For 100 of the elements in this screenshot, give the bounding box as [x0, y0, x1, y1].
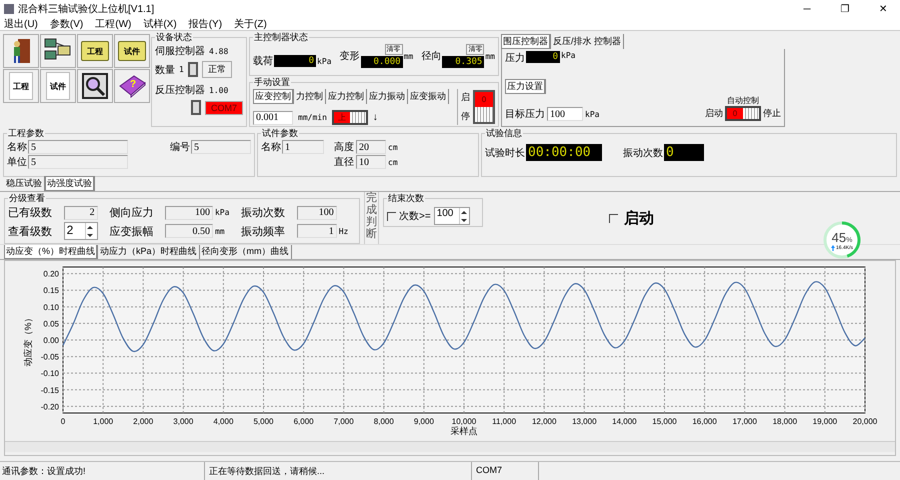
menu-item[interactable]: 试样(X) [143, 17, 177, 31]
field-label: 单位 [7, 156, 27, 169]
field-label: 振动频率 [241, 224, 286, 238]
maximize-button[interactable]: ❐ [828, 3, 862, 15]
menu-item[interactable]: 工程(W) [95, 17, 132, 31]
x-tick-label: 16,000 [692, 417, 717, 426]
toolbar-button[interactable] [77, 69, 113, 103]
chart-tab[interactable]: 动应变（%）时程曲线 [4, 244, 98, 259]
unit-label: cm [388, 142, 398, 152]
minimize-button[interactable]: ─ [790, 4, 824, 14]
auto-control-label: 自动控制 [727, 95, 759, 106]
amplitude-field[interactable]: 0.50 [164, 224, 213, 238]
chart-tab[interactable]: 动应力（kPa）时程曲线 [98, 244, 200, 259]
arrow-label: ↓ [372, 112, 378, 123]
stop-label: 停止 [763, 107, 781, 120]
vibration-count-display: 0 [664, 144, 704, 161]
reading-display: 0.305 [442, 56, 484, 68]
chart-tab[interactable]: 径向变形（mm）曲线 [200, 244, 292, 259]
folder-label: 工程 [81, 41, 109, 61]
page-label: 工程 [9, 72, 33, 100]
y-tick-label: 0.15 [43, 286, 59, 296]
x-tick-label: 0 [60, 417, 66, 426]
field-label: 数量 [155, 64, 175, 76]
y-tick-label: 0.05 [43, 319, 59, 328]
target-field[interactable]: 100 [547, 107, 583, 121]
status-text: 通讯参数：设置成功! [0, 462, 205, 480]
field-label: 名称 [261, 141, 281, 154]
y-tick-label: -0.10 [40, 369, 59, 378]
group-title: 工程参数 [7, 127, 45, 140]
field-label: 高度 [334, 140, 354, 154]
down-arrow-icon[interactable] [461, 218, 468, 222]
toolbar-button[interactable]: 工程 [3, 69, 39, 103]
x-tick-label: 10,000 [452, 417, 476, 426]
vibration-count-field[interactable]: 100 [296, 206, 337, 220]
menu-item[interactable]: 退出(U) [4, 17, 38, 31]
status-label: 正常 [202, 61, 232, 78]
toolbar-button[interactable]: 试件 [40, 69, 76, 103]
toolbar-button[interactable] [3, 34, 39, 68]
number-field[interactable]: 5 [191, 140, 251, 154]
up-arrow-icon[interactable] [461, 210, 468, 214]
level-spin-field[interactable]: 2 [64, 222, 98, 240]
unit-label: Hz [338, 226, 348, 236]
app-icon [4, 4, 14, 14]
unit-label: mm [404, 52, 414, 60]
scrollbar[interactable] [5, 441, 895, 452]
pressure-label: 压力 [505, 52, 525, 65]
control-tab[interactable]: 应变振动 [408, 89, 449, 104]
checkbox-label: 次数>= [399, 210, 431, 223]
group-title: 设备状态 [155, 31, 193, 44]
toolbar-button[interactable] [40, 34, 76, 68]
checkbox[interactable] [387, 212, 396, 220]
toolbar-button[interactable]: ? [114, 69, 150, 103]
unit-field[interactable]: 5 [28, 155, 128, 169]
switch-icon [188, 62, 198, 77]
control-tab[interactable]: 应力振动 [367, 89, 408, 104]
toolbar-button[interactable]: 工程 [77, 34, 113, 68]
field-label: 振动次数 [623, 146, 663, 160]
rate-field[interactable]: 0.001 [253, 110, 293, 124]
y-tick-label: 0.00 [43, 336, 59, 345]
question-mark: ? [130, 79, 136, 90]
up-arrow-icon[interactable] [87, 226, 94, 228]
x-tick-label: 5,000 [253, 417, 274, 426]
diameter-field[interactable]: 10 [356, 155, 386, 169]
menu-item[interactable]: 关于(Z) [234, 17, 267, 31]
start-label: 启动 [705, 107, 723, 120]
control-tab[interactable]: 应力控制 [326, 89, 367, 104]
checkbox[interactable] [609, 214, 618, 222]
controller-tab[interactable]: 反压/排水 控制器 [551, 34, 624, 49]
down-arrow-icon[interactable] [87, 234, 94, 236]
start-checkbox-label: 启动 [624, 209, 654, 228]
x-tick-label: 4,000 [213, 417, 234, 426]
controller-tab[interactable]: 围压控制器 [501, 34, 551, 49]
name-field[interactable]: 1 [282, 140, 324, 154]
group-title: 试验信息 [485, 127, 523, 140]
field-label: 名称 [7, 141, 27, 154]
frequency-field[interactable]: 1 [296, 224, 337, 238]
reading-display: 0.000 [360, 56, 403, 68]
reading-display: 0 [274, 55, 316, 67]
unit-label: kPa [561, 51, 576, 60]
count-spin-field[interactable]: 100 [434, 207, 470, 225]
close-button[interactable]: ✕ [866, 3, 900, 15]
x-tick-label: 15,000 [652, 417, 677, 426]
field-value: 1 [179, 65, 184, 74]
name-field[interactable]: 5 [28, 140, 128, 154]
field-label: 反压控制器 [155, 84, 205, 97]
menu-item[interactable]: 参数(V) [50, 17, 84, 31]
lateral-stress-field[interactable]: 100 [164, 206, 213, 220]
start-label: 启 [461, 91, 470, 104]
toolbar-button[interactable]: 试件 [114, 34, 150, 68]
x-tick-label: 8,000 [374, 417, 394, 426]
upload-arrow-icon [831, 244, 836, 250]
height-field[interactable]: 20 [356, 140, 386, 154]
settings-tab[interactable]: 压力设置 [505, 79, 546, 94]
field-label: 试验时长 [485, 146, 525, 160]
control-tab[interactable]: 应变控制 [253, 89, 294, 104]
test-tab[interactable]: 动强度试验 [45, 176, 95, 191]
reading-label: 变形 [340, 50, 360, 63]
levels-field[interactable]: 2 [64, 206, 98, 220]
menu-item[interactable]: 报告(Y) [188, 17, 222, 31]
control-tab[interactable]: 力控制 [294, 89, 326, 104]
